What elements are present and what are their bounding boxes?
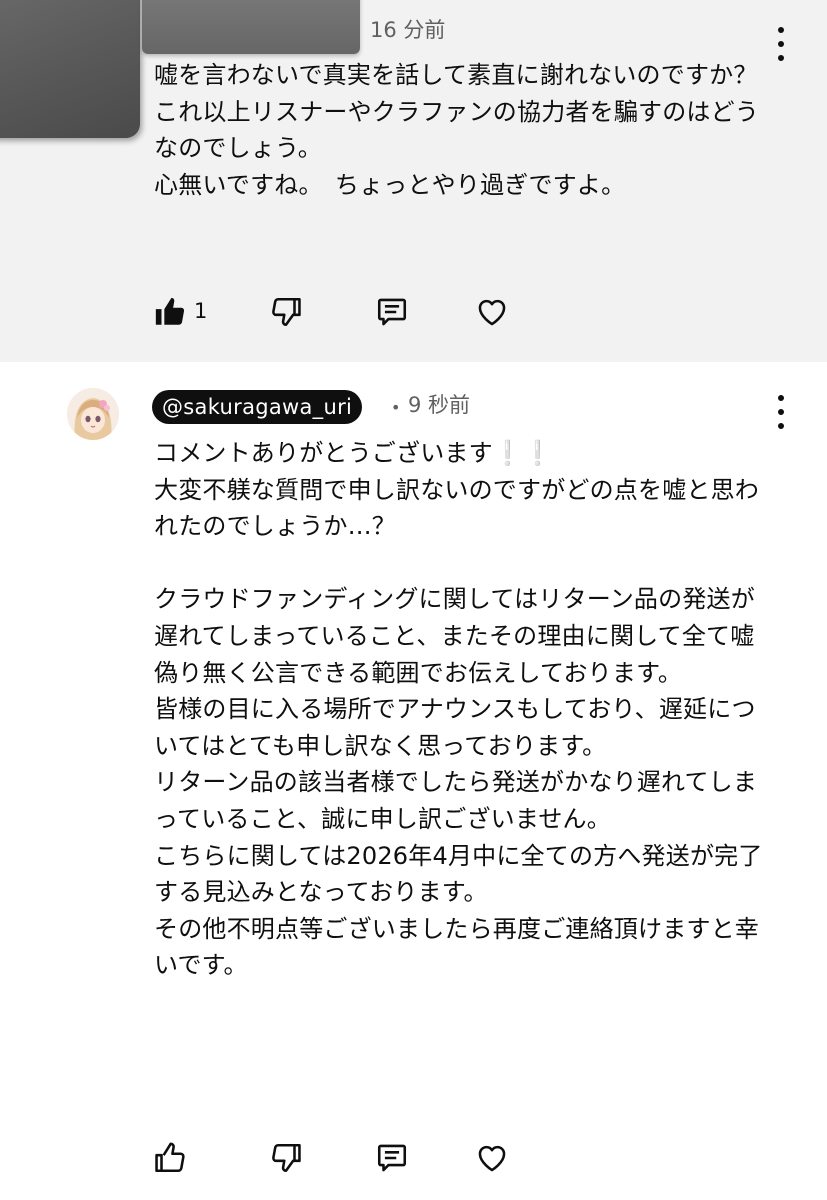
reply-comment-icon [377,1144,407,1172]
reply-button[interactable] [372,1138,412,1178]
comment-highlighted: 16 分前 嘘を言わないで真実を話して素直に謝れないのですか？ これ以上リスナー… [0,0,827,362]
thumbs-down-icon [272,1143,301,1173]
comment-text: コメントありがとうございます❕❕ 大変不躾な質問で申し訳ないのですがどの点を嘘と… [154,439,763,980]
heart-icon [478,1145,506,1172]
reply-comment-icon [377,298,407,326]
comment-creator: @sakuragawa_uri • 9 秒前 コメントありがとうございます❕❕ … [0,362,827,1200]
avatar[interactable] [67,388,119,440]
comment-actions [150,1138,550,1182]
more-options-button[interactable] [771,27,791,61]
like-button[interactable] [150,292,190,332]
comment-text: 嘘を言わないで真実を話して素直に謝れないのですか？ これ以上リスナーやクラファン… [154,61,759,199]
more-vertical-icon [778,395,784,401]
channel-handle[interactable]: @sakuragawa_uri [152,390,363,424]
separator: • [391,398,401,417]
comment-timestamp: 9 秒前 [408,393,471,417]
comment-actions: 1 [150,292,550,336]
more-vertical-icon [778,27,784,33]
comment-timestamp: 16 分前 [370,18,446,42]
reply-button[interactable] [372,292,412,332]
more-options-button[interactable] [771,395,791,429]
thumbs-up-icon [155,1142,185,1173]
redacted-username [142,0,360,54]
like-button[interactable] [150,1138,190,1178]
heart-button[interactable] [472,292,512,332]
avatar-illustration [67,388,119,440]
redacted-avatar [0,0,140,138]
dislike-button[interactable] [266,1138,306,1178]
thumbs-up-icon [155,297,185,325]
like-count: 1 [194,299,208,323]
heart-button[interactable] [472,1138,512,1178]
heart-icon [478,299,506,326]
thumbs-down-icon [272,297,301,327]
dislike-button[interactable] [266,292,306,332]
